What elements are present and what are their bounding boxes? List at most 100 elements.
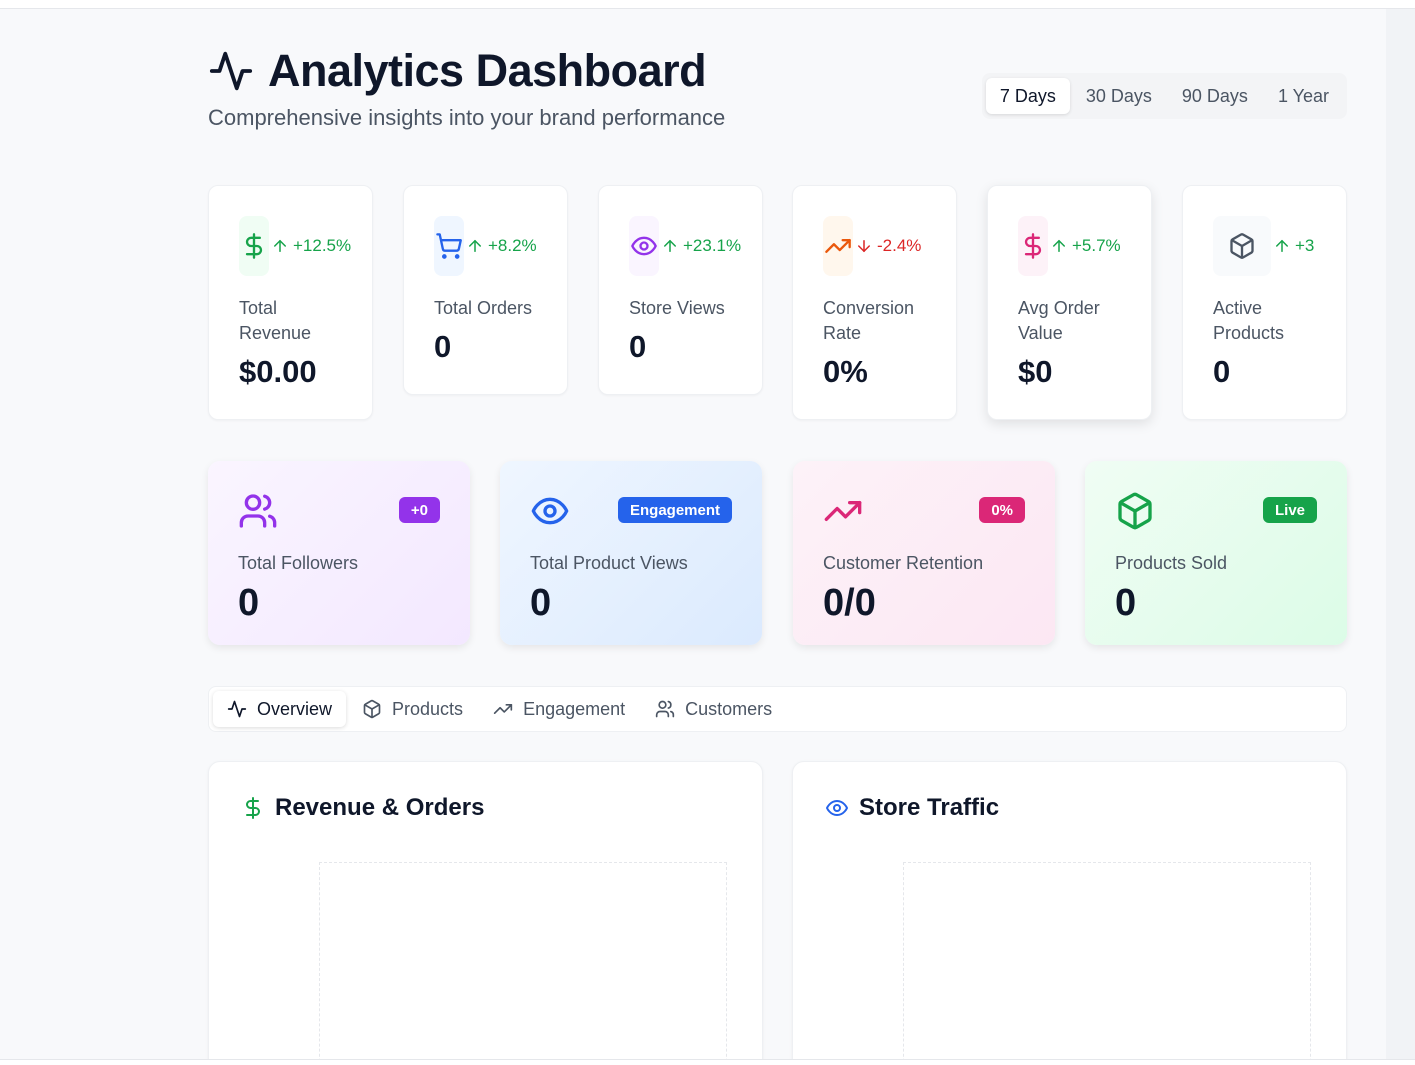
arrow-up-icon	[1053, 239, 1065, 252]
dollar-icon	[245, 233, 263, 259]
range-1-year[interactable]: 1 Year	[1264, 78, 1343, 114]
scrollbar-track[interactable]	[1386, 9, 1415, 1059]
panel-revenue-orders: Revenue & Orders	[208, 761, 763, 1065]
package-icon	[1118, 492, 1152, 530]
stat-value: 0	[629, 329, 647, 364]
card-total-product-views: Engagement Total Product Views 0	[500, 461, 762, 645]
stat-label: Store Views	[629, 298, 725, 318]
tab-customers[interactable]: Customers	[641, 691, 786, 727]
stat-icon-box	[629, 216, 659, 276]
page-title: Analytics Dashboard	[268, 45, 707, 96]
card-label: Products Sold	[1115, 553, 1228, 573]
time-range-selector: 7 Days 30 Days 90 Days 1 Year	[981, 73, 1347, 119]
stat-label: Conversion Rate	[823, 298, 915, 343]
stat-card-conversion-rate: -2.4% Conversion Rate 0%	[792, 185, 957, 420]
dollar-icon	[1024, 233, 1042, 259]
stat-icon-box	[239, 216, 269, 276]
panel-title-text: Revenue & Orders	[275, 794, 485, 821]
dashboard-tabs: Overview Products Engagement Customers	[208, 686, 1347, 732]
stat-trend-value: +12.5%	[293, 236, 352, 255]
tab-products[interactable]: Products	[348, 691, 477, 727]
card-value: 0	[238, 582, 260, 624]
tab-engagement[interactable]: Engagement	[479, 691, 639, 727]
trending-up-icon	[825, 239, 851, 253]
stat-trend: +8.2%	[466, 236, 537, 256]
card-badge: Live	[1262, 497, 1317, 523]
users-icon	[655, 700, 675, 718]
stat-label: Total Orders	[434, 298, 533, 318]
package-icon	[1230, 233, 1254, 259]
stat-icon-box	[434, 216, 464, 276]
card-label: Total Product Views	[530, 553, 688, 573]
panel-title: Store Traffic	[825, 794, 1314, 822]
card-value: 0/0	[823, 582, 876, 624]
range-30-days[interactable]: 30 Days	[1072, 78, 1166, 114]
stat-icon-box	[823, 216, 853, 276]
dashboard-page: Analytics Dashboard Comprehensive insigh…	[208, 45, 1347, 1065]
card-label: Customer Retention	[823, 553, 984, 573]
trending-up-icon	[824, 501, 862, 521]
card-value: 0	[1115, 582, 1137, 624]
arrow-up-icon	[274, 239, 286, 252]
package-icon	[363, 699, 381, 719]
stat-card-total-orders: +8.2% Total Orders 0	[403, 185, 568, 395]
users-icon	[239, 494, 277, 528]
arrow-up-icon	[469, 239, 481, 252]
arrow-down-icon	[858, 240, 870, 253]
activity-icon	[209, 51, 253, 91]
range-90-days[interactable]: 90 Days	[1168, 78, 1262, 114]
tab-overview[interactable]: Overview	[213, 691, 347, 727]
activity-icon	[227, 700, 247, 718]
stat-icon-box	[1018, 216, 1048, 276]
stat-trend: +12.5%	[271, 236, 351, 256]
tab-label: Engagement	[523, 698, 626, 719]
stat-trend-value: -2.4%	[877, 236, 922, 255]
stat-value: $0.00	[239, 354, 317, 389]
card-customer-retention: 0% Customer Retention 0/0	[793, 461, 1055, 645]
stat-card-store-views: +23.1% Store Views 0	[598, 185, 763, 395]
stat-icon-box	[1213, 216, 1271, 276]
stat-card-active-products: +3 Active Products 0	[1182, 185, 1347, 420]
panel-title-text: Store Traffic	[859, 794, 1000, 821]
chart-panels: Revenue & Orders Store Traffic	[208, 761, 1347, 1065]
stat-label: Active Products	[1213, 298, 1285, 343]
card-products-sold: Live Products Sold 0	[1085, 461, 1347, 645]
stat-trend-value: +5.7%	[1072, 236, 1121, 255]
stat-trend-value: +23.1%	[683, 236, 742, 255]
stat-value: 0	[1213, 354, 1231, 389]
range-7-days[interactable]: 7 Days	[985, 78, 1070, 114]
browser-bottom-bar	[0, 1059, 1415, 1065]
stat-trend-value: +3	[1295, 236, 1315, 255]
card-value: 0	[530, 582, 552, 624]
eye-icon	[826, 800, 848, 816]
stat-value: $0	[1018, 354, 1053, 389]
stat-trend-value: +8.2%	[488, 236, 537, 255]
tab-label: Products	[392, 698, 464, 719]
panel-store-traffic: Store Traffic	[792, 761, 1347, 1065]
stat-trend: +3	[1273, 236, 1314, 256]
stat-value: 0	[434, 329, 452, 364]
dollar-icon	[246, 797, 260, 819]
stat-trend: +23.1%	[661, 236, 741, 256]
stat-label: Total Revenue	[239, 298, 312, 343]
stat-value: 0%	[823, 354, 868, 389]
tab-label: Overview	[257, 698, 333, 719]
stat-trend: +5.7%	[1050, 236, 1121, 256]
eye-icon	[631, 236, 657, 256]
card-badge: +0	[398, 497, 440, 523]
trending-up-icon	[493, 704, 513, 714]
stat-card-avg-order-value: +5.7% Avg Order Value $0	[987, 185, 1152, 420]
dashboard-header: Analytics Dashboard Comprehensive insigh…	[208, 45, 1347, 185]
cart-icon	[436, 233, 462, 259]
card-total-followers: +0 Total Followers 0	[208, 461, 470, 645]
revenue-chart-area	[319, 862, 727, 1065]
stat-label: Avg Order Value	[1018, 298, 1100, 343]
card-label: Total Followers	[238, 553, 359, 573]
stat-cards: +12.5% Total Revenue $0.00 +8.2% Total O…	[208, 185, 1347, 461]
highlight-cards: +0 Total Followers 0 Engagement Total Pr…	[208, 461, 1347, 686]
eye-icon	[531, 497, 569, 525]
tab-label: Customers	[685, 698, 773, 719]
panel-title: Revenue & Orders	[241, 794, 730, 822]
traffic-chart-area	[903, 862, 1311, 1065]
browser-top-bar	[0, 0, 1415, 9]
